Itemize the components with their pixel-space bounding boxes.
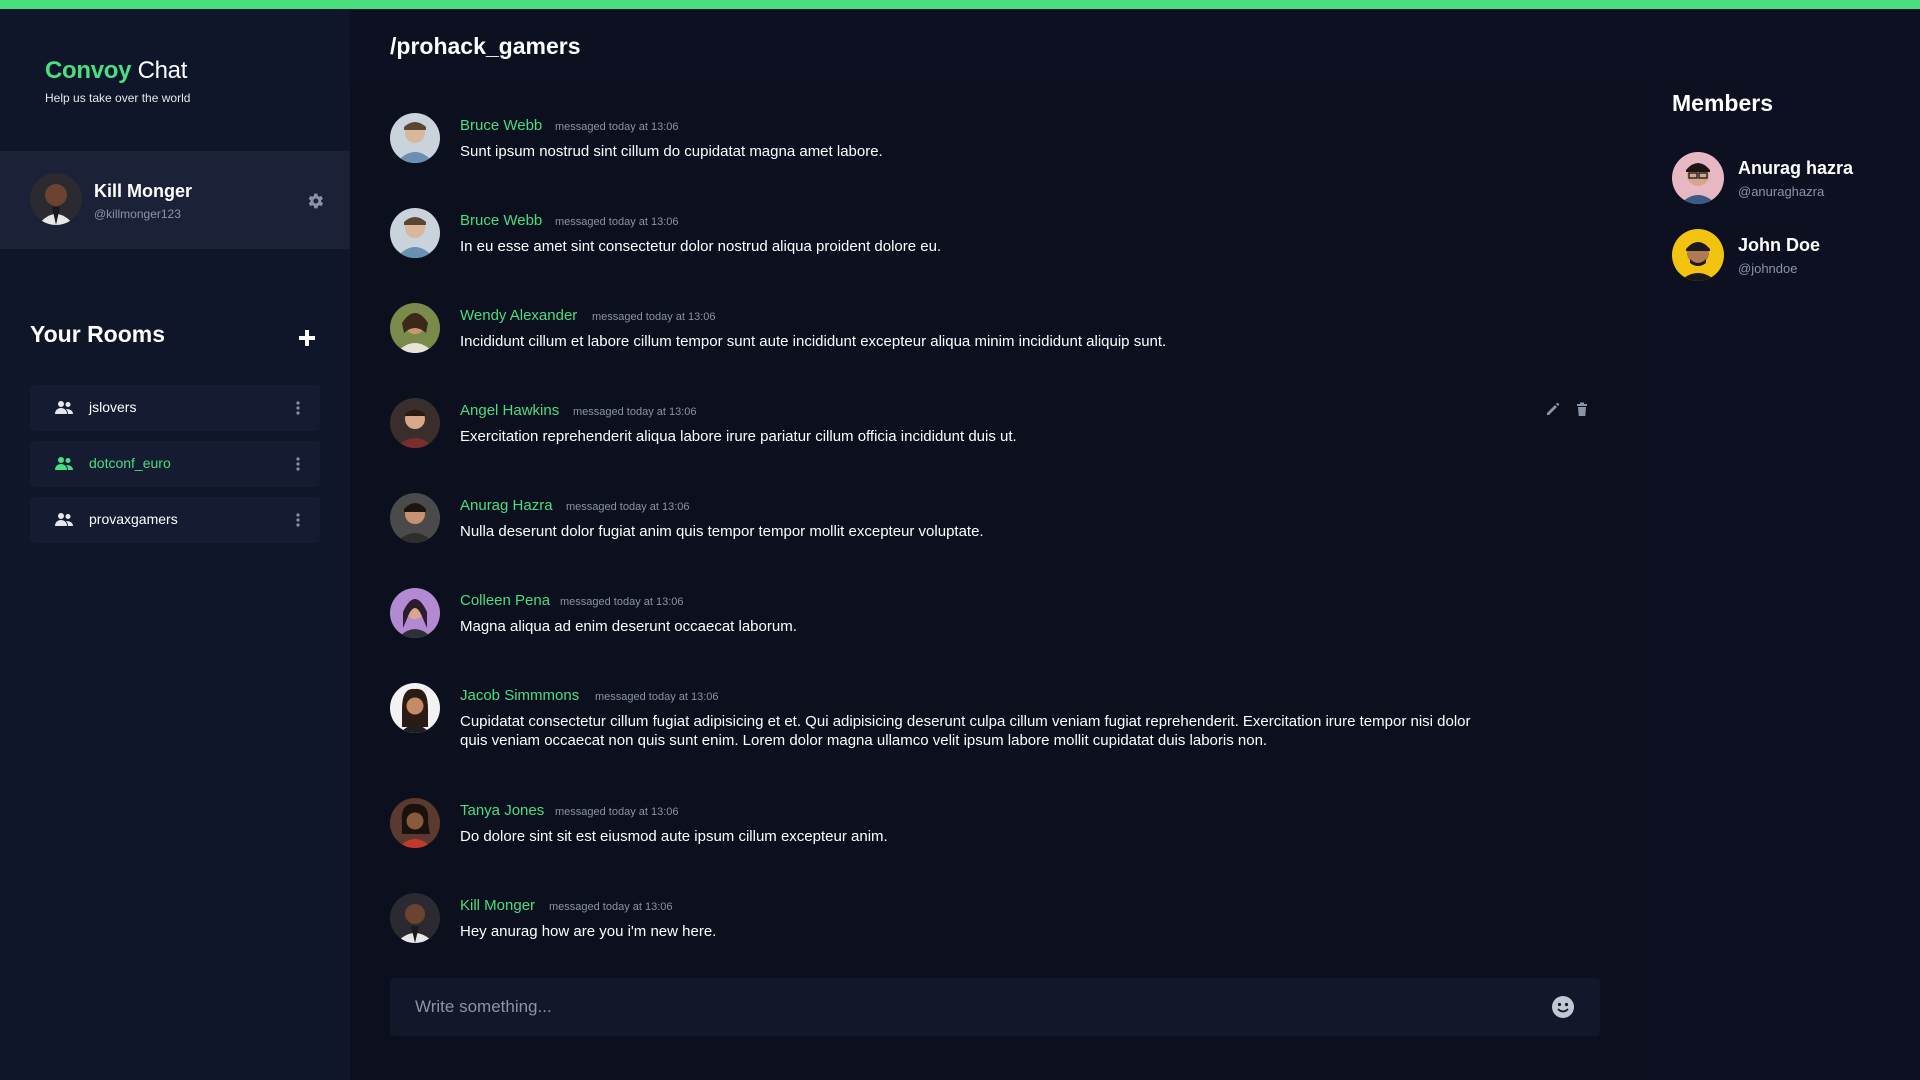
message-text: Sunt ipsum nostrud sint cillum do cupida… [460,143,883,160]
room-label: provaxgamers [89,511,178,527]
trash-icon[interactable] [1574,401,1590,417]
group-icon [54,400,74,416]
message-author[interactable]: Wendy Alexander [460,307,577,324]
message-text: Do dolore sint sit est eiusmod aute ipsu… [460,828,888,845]
avatar [30,173,82,225]
gear-icon[interactable] [305,191,325,211]
avatar [390,588,440,638]
current-user-card: Kill Monger @killmonger123 [0,151,350,249]
rooms-heading: Your Rooms [30,321,166,347]
group-icon [54,456,74,472]
room-label: dotconf_euro [89,455,171,471]
sidebar: Convoy Chat Help us take over the world … [0,9,350,1080]
message-author[interactable]: Bruce Webb [460,117,542,134]
message-timestamp: messaged today at 13:06 [555,121,679,133]
message-timestamp: messaged today at 13:06 [555,216,679,228]
member-item[interactable]: Anurag hazra @anuraghazra [1672,152,1912,204]
message-timestamp: messaged today at 13:06 [555,806,679,818]
message-text: Hey anurag how are you i'm new here. [460,923,717,940]
avatar [390,208,440,258]
user-name: Kill Monger [94,181,192,201]
message-timestamp: messaged today at 13:06 [560,596,684,608]
avatar [390,113,440,163]
brand: Convoy Chat Help us take over the world [45,57,190,105]
avatar [1672,229,1724,281]
more-vertical-icon[interactable] [296,511,300,529]
room-item-provaxgamers[interactable]: provaxgamers [30,497,320,543]
message-timestamp: messaged today at 13:06 [592,311,716,323]
message-text: Exercitation reprehenderit aliqua labore… [460,428,1017,445]
channel-title: /prohack_gamers [390,33,581,59]
message-timestamp: messaged today at 13:06 [566,501,690,513]
message-text: Incididunt cillum et labore cillum tempo… [460,333,1167,350]
plus-icon[interactable] [294,325,320,351]
app-title: Convoy Chat [45,57,190,85]
message-author[interactable]: Angel Hawkins [460,402,559,419]
avatar [1672,152,1724,204]
pencil-icon[interactable] [1545,401,1561,417]
avatar [390,398,440,448]
message-timestamp: messaged today at 13:06 [573,406,697,418]
message-text: Cupidatat consectetur cillum fugiat adip… [460,713,1471,749]
member-handle: @johndoe [1738,261,1798,276]
more-vertical-icon[interactable] [296,399,300,417]
message-timestamp: messaged today at 13:06 [549,901,673,913]
room-label: jslovers [89,399,137,415]
member-item[interactable]: John Doe @johndoe [1672,229,1912,281]
brand-name-rest: Chat [131,57,188,84]
avatar [390,493,440,543]
smiley-icon[interactable] [1551,995,1575,1019]
message-author[interactable]: Colleen Pena [460,592,550,609]
message-author[interactable]: Anurag Hazra [460,497,553,514]
brand-name-accent: Convoy [45,57,132,84]
message-text: Magna aliqua ad enim deserunt occaecat l… [460,618,797,635]
message-actions [1545,401,1599,422]
message-text: In eu esse amet sint consectetur dolor n… [460,238,942,255]
member-name: John Doe [1738,235,1821,255]
message-author[interactable]: Tanya Jones [460,802,544,819]
message-author[interactable]: Kill Monger [460,897,535,914]
more-vertical-icon[interactable] [296,455,300,473]
member-name: Anurag hazra [1738,158,1854,178]
message-author[interactable]: Bruce Webb [460,212,542,229]
avatar [390,893,440,943]
message-input[interactable] [390,978,1540,1036]
brand-tagline: Help us take over the world [45,91,191,105]
members-heading: Members [1672,90,1773,116]
avatar [390,683,440,733]
message-timestamp: messaged today at 13:06 [595,691,719,703]
message-composer [390,978,1600,1036]
message-text: Nulla deserunt dolor fugiat anim quis te… [460,523,984,540]
top-accent-bar [0,0,1920,9]
user-handle: @killmonger123 [94,207,181,221]
group-icon [54,512,74,528]
avatar [390,303,440,353]
avatar [390,798,440,848]
message-author[interactable]: Jacob Simmmons [460,687,579,704]
room-item-dotconf-euro[interactable]: dotconf_euro [30,441,320,487]
room-item-jslovers[interactable]: jslovers [30,385,320,431]
member-handle: @anuraghazra [1738,184,1825,199]
